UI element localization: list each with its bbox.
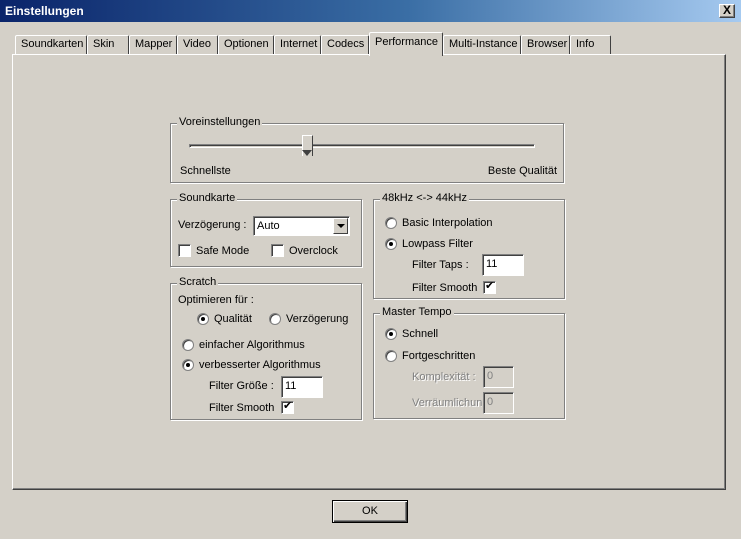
fast-radio[interactable] <box>385 328 397 340</box>
tab-label: Video <box>183 38 211 50</box>
optimize-for-label: Optimieren für : <box>178 294 254 306</box>
title-bar[interactable]: Einstellungen X <box>0 0 741 22</box>
overclock-checkbox[interactable] <box>271 244 284 257</box>
soundcard-group: Soundkarte Verzögerung : Auto Safe Mode … <box>170 192 362 267</box>
tab-label: Internet <box>280 38 318 50</box>
tab-label: Skin <box>93 38 115 50</box>
overclock-label: Overclock <box>289 245 338 257</box>
quality-radio-label: Qualität <box>214 313 252 325</box>
tab-info[interactable]: Info <box>570 35 611 54</box>
scratch-group: Scratch Optimieren für : Qualität Verzög… <box>170 276 362 420</box>
basic-interpolation-radio[interactable] <box>385 217 397 229</box>
soundcard-group-title: Soundkarte <box>177 192 238 204</box>
spatial-label: Verräumlichung <box>412 397 482 409</box>
simple-algorithm-label: einfacher Algorithmus <box>199 339 305 351</box>
filter-taps-input[interactable]: 11 <box>482 254 524 276</box>
quality-slider-track[interactable] <box>189 144 535 148</box>
safe-mode-label: Safe Mode <box>196 245 250 257</box>
fast-radio-label: Schnell <box>402 328 439 340</box>
improved-algorithm-label: verbesserter Algorithmus <box>199 359 321 371</box>
latency-label: Verzögerung : <box>178 219 247 231</box>
filter-size-label: Filter Größe : <box>209 380 274 392</box>
latency-radio-label: Verzögerung <box>286 313 349 325</box>
slider-max-label: Beste Qualität <box>487 165 557 177</box>
tab-label: Soundkarten <box>21 38 84 50</box>
scratch-group-title: Scratch <box>177 276 219 288</box>
tab-internet[interactable]: Internet <box>274 35 321 54</box>
resample-group-title: 48kHz <-> 44kHz <box>380 192 469 204</box>
quality-slider-thumb[interactable] <box>301 135 313 156</box>
chevron-down-icon[interactable] <box>333 218 348 234</box>
ok-button[interactable]: OK <box>332 500 408 523</box>
advanced-radio-label: Fortgeschritten <box>402 350 476 362</box>
spatial-input[interactable]: 0 <box>483 392 514 414</box>
tab-label: Performance <box>375 36 438 48</box>
simple-algorithm-radio[interactable] <box>182 339 194 351</box>
quality-radio[interactable] <box>197 313 209 325</box>
tab-panel-performance: Voreinstellungen Schnellste Beste Qualit… <box>12 54 726 490</box>
presets-group-title: Voreinstellungen <box>177 116 263 128</box>
tab-mapper[interactable]: Mapper <box>129 35 177 54</box>
latency-radio[interactable] <box>269 313 281 325</box>
lowpass-filter-label: Lowpass Filter <box>402 238 473 250</box>
slider-min-label: Schnellste <box>180 165 231 177</box>
scratch-filter-smooth-label: Filter Smooth <box>209 402 275 414</box>
tab-video[interactable]: Video <box>177 35 218 54</box>
tab-codecs[interactable]: Codecs <box>321 35 369 54</box>
scratch-filter-smooth-checkbox[interactable] <box>281 400 294 414</box>
tab-label: Info <box>576 38 595 50</box>
close-icon: X <box>722 3 731 17</box>
resample-filter-smooth-checkbox[interactable] <box>483 280 496 294</box>
improved-algorithm-radio[interactable] <box>182 359 194 371</box>
tab-label: Codecs <box>327 38 365 50</box>
latency-select[interactable]: Auto <box>253 216 350 236</box>
tab-label: Browser <box>527 38 568 50</box>
close-button[interactable]: X <box>719 4 735 18</box>
window-title: Einstellungen <box>5 4 84 18</box>
tab-label: Mapper <box>135 38 173 50</box>
presets-group: Voreinstellungen Schnellste Beste Qualit… <box>170 116 564 183</box>
complexity-input[interactable]: 0 <box>483 366 514 388</box>
tab-skin[interactable]: Skin <box>87 35 129 54</box>
resample-group: 48kHz <-> 44kHz Basic Interpolation Lowp… <box>373 192 565 299</box>
tab-multi-instance[interactable]: Multi-Instance <box>443 35 521 54</box>
resample-filter-smooth-label: Filter Smooth <box>412 282 478 294</box>
basic-interpolation-label: Basic Interpolation <box>402 217 493 229</box>
tab-optionen[interactable]: Optionen <box>218 35 274 54</box>
complexity-label: Komplexität : <box>412 371 476 383</box>
tab-performance[interactable]: Performance <box>369 32 443 56</box>
master-tempo-group: Master Tempo Schnell Fortgeschritten Kom… <box>373 306 565 419</box>
filter-taps-label: Filter Taps : <box>412 259 469 271</box>
tab-browser[interactable]: Browser <box>521 35 570 54</box>
latency-select-value: Auto <box>257 220 280 232</box>
tab-label: Multi-Instance <box>449 38 518 50</box>
lowpass-filter-radio[interactable] <box>385 238 397 250</box>
safe-mode-checkbox[interactable] <box>178 244 191 257</box>
advanced-radio[interactable] <box>385 350 397 362</box>
tab-label: Optionen <box>224 38 269 50</box>
master-tempo-group-title: Master Tempo <box>380 306 454 318</box>
tab-soundkarten[interactable]: Soundkarten <box>15 35 87 54</box>
filter-size-input[interactable]: 11 <box>281 376 323 398</box>
